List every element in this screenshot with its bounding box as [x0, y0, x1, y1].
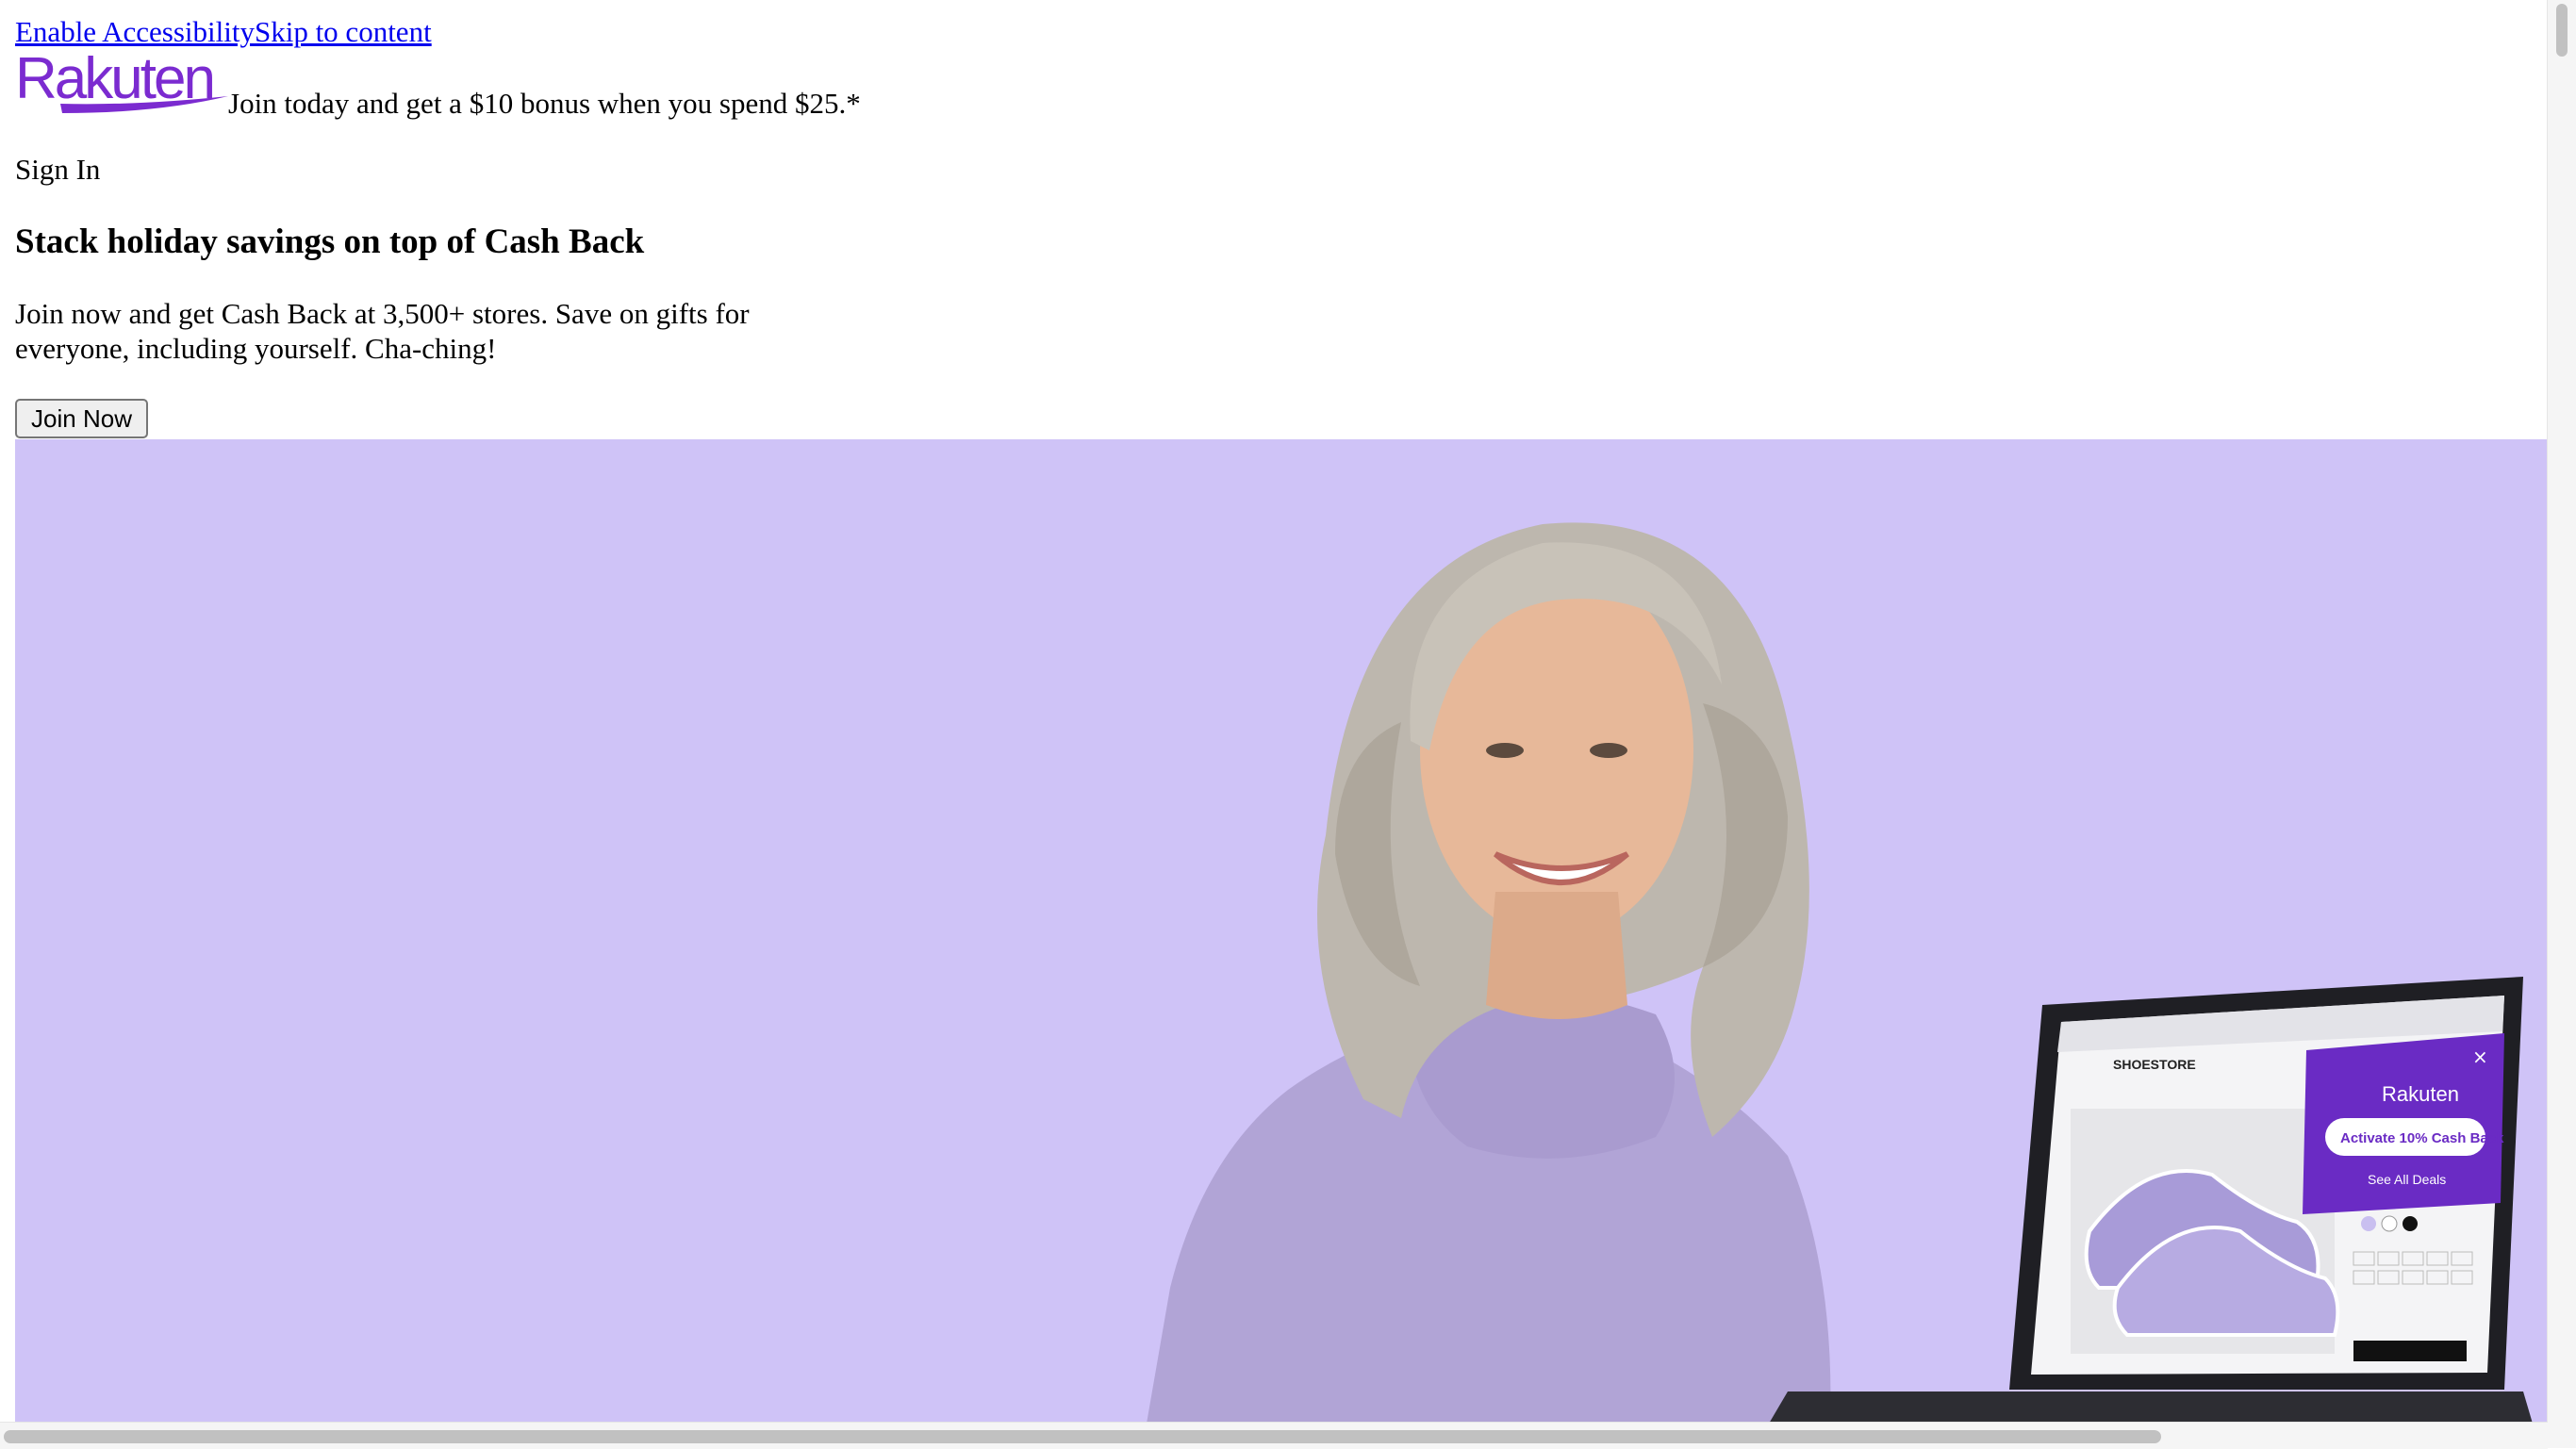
hero-subtext: Join now and get Cash Back at 3,500+ sto…	[15, 297, 750, 365]
hero-headline: Stack holiday savings on top of Cash Bac…	[15, 222, 645, 261]
neck	[1486, 892, 1627, 1019]
popup-logo: Rakuten	[2382, 1082, 2459, 1106]
page: Enable AccessibilitySkip to content Raku…	[0, 0, 2548, 1424]
hero-image: SHOESTORE Rakuten Activate 10% Cash Back…	[15, 439, 2548, 1424]
add-to-cart-bar	[2353, 1341, 2467, 1361]
hero-illustration: SHOESTORE Rakuten Activate 10% Cash Back…	[1147, 522, 2533, 1424]
skip-to-content-link[interactable]: Skip to content	[255, 15, 432, 48]
rakuten-logo[interactable]: Rakuten	[15, 49, 230, 115]
popup-close-icon: ×	[2472, 1046, 2488, 1068]
right-eye	[1590, 743, 1627, 758]
vertical-scrollbar-thumb[interactable]	[2556, 4, 2568, 57]
signup-bonus-promo: Join today and get a $10 bonus when you …	[228, 87, 861, 120]
left-eye	[1486, 743, 1524, 758]
horizontal-scrollbar-thumb[interactable]	[4, 1430, 2161, 1443]
popup-activate-label: Activate 10% Cash Back	[2340, 1130, 2504, 1146]
join-now-button[interactable]: Join Now	[15, 399, 148, 438]
skip-links: Enable AccessibilitySkip to content	[15, 13, 432, 51]
sign-in-link[interactable]: Sign In	[15, 151, 100, 189]
swatch-black	[2403, 1216, 2418, 1231]
vertical-scrollbar[interactable]	[2547, 0, 2576, 1448]
enable-accessibility-link[interactable]: Enable Accessibility	[15, 15, 255, 48]
swatch-white	[2381, 1215, 2398, 1232]
store-logo: SHOESTORE	[2113, 1057, 2196, 1072]
horizontal-scrollbar[interactable]	[0, 1422, 2548, 1449]
popup-see-deals: See All Deals	[2368, 1172, 2446, 1187]
swatch-lavender	[2361, 1216, 2376, 1231]
laptop-base	[1769, 1391, 2533, 1424]
